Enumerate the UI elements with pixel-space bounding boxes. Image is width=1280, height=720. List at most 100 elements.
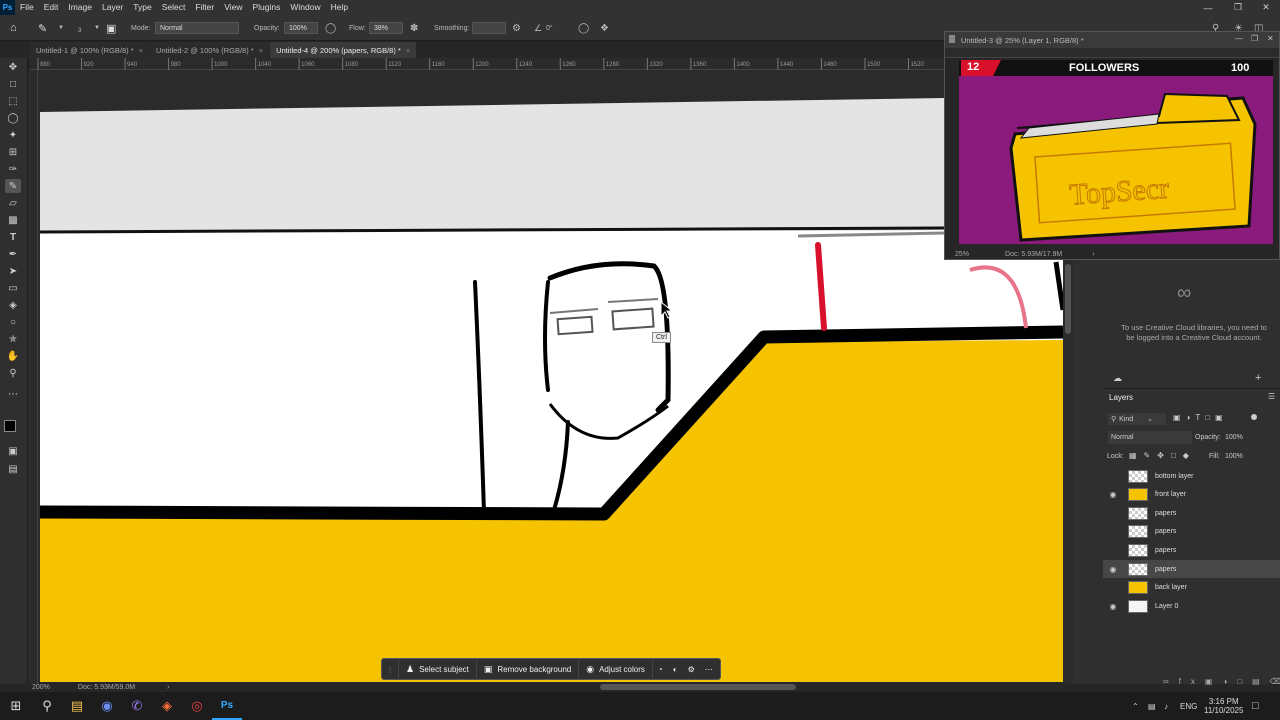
layer-row[interactable]: papers — [1103, 523, 1280, 541]
notification-icon[interactable]: □ — [1252, 692, 1259, 720]
layer-name[interactable]: Layer 0 — [1155, 603, 1178, 610]
adjustment-icon[interactable]: ◔ — [653, 658, 668, 680]
tab-untitled-2[interactable]: Untitled-2 @ 100% (RGB/8) * × — [150, 42, 270, 58]
vertical-scrollbar[interactable] — [1063, 260, 1073, 684]
transform-icon[interactable]: ⚙ — [683, 658, 700, 680]
hand-tool-icon[interactable]: ✋ — [5, 349, 21, 363]
menu-file[interactable]: File — [15, 0, 39, 15]
obs-icon[interactable]: ◎ — [182, 692, 212, 720]
cloud-icon[interactable]: ☁ — [1113, 373, 1122, 384]
layer-name[interactable]: papers — [1155, 547, 1176, 554]
type-tool-icon[interactable]: T — [5, 230, 21, 244]
move-tool-icon[interactable]: ✥ — [5, 60, 21, 74]
file-explorer-icon[interactable]: ▤ — [62, 692, 92, 720]
document-canvas[interactable]: Ctrl — [38, 70, 1063, 682]
eye-icon[interactable]: ◉ — [1103, 565, 1123, 574]
brush-preset-chevron-icon[interactable]: ▼ — [94, 20, 100, 36]
pressure-size-icon[interactable]: ◯ — [578, 20, 589, 36]
layer-row[interactable]: ◉ papers — [1103, 560, 1280, 578]
close-icon[interactable]: ✕ — [1256, 0, 1276, 15]
status-chevron-icon[interactable]: › — [1092, 251, 1094, 258]
eye-icon[interactable]: ◉ — [1103, 490, 1123, 499]
symmetry-icon[interactable]: ❖ — [600, 20, 609, 36]
menu-view[interactable]: View — [219, 0, 247, 15]
quick-mask-icon[interactable]: ▣ — [5, 444, 21, 458]
layer-row[interactable]: papers — [1103, 504, 1280, 522]
add-icon[interactable]: + — [1255, 372, 1261, 384]
tray-chevron-icon[interactable]: ⌃ — [1132, 692, 1139, 720]
layer-action-icons[interactable]: ∞fx▣◑□▤⌫ — [1163, 677, 1280, 686]
layer-opacity-value[interactable]: 100% — [1225, 434, 1243, 441]
status-chevron-icon[interactable]: › — [167, 684, 169, 691]
smoothing-dropdown[interactable] — [472, 22, 506, 34]
quick-select-tool-icon[interactable]: ✦ — [5, 128, 21, 142]
clock[interactable]: 3:16 PM 11/10/2025 — [1204, 692, 1243, 720]
screen-mode-icon[interactable]: ▤ — [5, 462, 21, 476]
pen-tool-icon[interactable]: ✒ — [5, 247, 21, 261]
paint-bucket-icon[interactable]: ◈ — [5, 298, 21, 312]
layer-name[interactable]: papers — [1155, 566, 1176, 573]
path-select-tool-icon[interactable]: ➤ — [5, 264, 21, 278]
flow-dropdown[interactable]: 38% — [369, 22, 403, 34]
ellipse-tool-icon[interactable]: ○ — [5, 315, 21, 329]
pressure-opacity-icon[interactable]: ◯ — [325, 20, 336, 36]
layer-row[interactable]: ◉ front layer — [1103, 486, 1280, 504]
network-icon[interactable]: ▤ — [1148, 692, 1156, 720]
artboard-tool-icon[interactable]: □ — [5, 77, 21, 91]
kind-filter-dropdown[interactable]: ⚲ Kind ⌄ — [1108, 413, 1166, 425]
volume-icon[interactable]: ♪ — [1164, 692, 1168, 720]
eraser-tool-icon[interactable]: ▱ — [5, 196, 21, 210]
vertical-scroll-thumb[interactable] — [1065, 264, 1071, 334]
tab-untitled-4[interactable]: Untitled-4 @ 200% (papers, RGB/8) * × — [270, 42, 417, 58]
close-icon[interactable]: × — [139, 46, 143, 55]
float-title-bar[interactable]: Untitled-3 @ 25% (Layer 1, RGB/8) * — ❐ … — [945, 32, 1279, 48]
zoom-level[interactable]: 200% — [32, 684, 50, 691]
input-language[interactable]: ENG — [1180, 692, 1197, 720]
crop-tool-icon[interactable]: ⊞ — [5, 145, 21, 159]
menu-plugins[interactable]: Plugins — [247, 0, 285, 15]
menu-window[interactable]: Window — [285, 0, 325, 15]
fill-value[interactable]: 100% — [1225, 453, 1243, 460]
remove-background-button[interactable]: ▣ Remove background — [477, 658, 580, 680]
layer-name[interactable]: papers — [1155, 510, 1176, 517]
eye-icon[interactable]: ◉ — [1103, 602, 1123, 611]
marquee-tool-icon[interactable]: ⬚ — [5, 94, 21, 108]
rectangle-tool-icon[interactable]: ▭ — [5, 281, 21, 295]
mode-dropdown[interactable]: Normal — [155, 22, 239, 34]
menu-image[interactable]: Image — [63, 0, 97, 15]
layer-row[interactable]: papers — [1103, 541, 1280, 559]
restore-icon[interactable]: ❐ — [1228, 0, 1248, 15]
zoom-tool-icon[interactable]: ⚲ — [5, 366, 21, 380]
horizontal-scroll-thumb[interactable] — [600, 684, 796, 690]
lasso-tool-icon[interactable]: ◯ — [5, 111, 21, 125]
menu-layer[interactable]: Layer — [97, 0, 128, 15]
layer-name[interactable]: back layer — [1155, 584, 1187, 591]
brush-tool-icon[interactable]: ✎ — [5, 179, 21, 193]
gradient-tool-icon[interactable]: ▩ — [5, 213, 21, 227]
smudge-tool-icon[interactable]: ✯ — [5, 332, 21, 346]
close-icon[interactable]: × — [406, 46, 410, 55]
menu-filter[interactable]: Filter — [190, 0, 219, 15]
blend-mode-dropdown[interactable]: Normal — [1108, 431, 1192, 444]
layer-row[interactable]: ◉ Layer 0 — [1103, 597, 1280, 615]
foreground-color-swatch[interactable] — [4, 420, 16, 432]
layer-name[interactable]: front layer — [1155, 491, 1186, 498]
gear-icon[interactable]: ⚙ — [512, 20, 521, 36]
angle-value[interactable]: 0° — [546, 20, 553, 36]
drag-handle-icon[interactable]: ⋮ — [382, 658, 399, 680]
menu-help[interactable]: Help — [326, 0, 353, 15]
viber-icon[interactable]: ✆ — [122, 692, 152, 720]
lock-icons[interactable]: ▦✎✥□◆ — [1129, 451, 1196, 460]
layer-name[interactable]: bottom layer — [1155, 473, 1194, 480]
menu-select[interactable]: Select — [157, 0, 191, 15]
minimize-icon[interactable]: — — [1235, 34, 1243, 43]
brush-icon[interactable]: ✎ — [38, 20, 47, 36]
opacity-dropdown[interactable]: 100% — [284, 22, 318, 34]
eyedropper-tool-icon[interactable]: ✑ — [5, 162, 21, 176]
more-tools-icon[interactable]: ⋯ — [5, 387, 21, 401]
restore-icon[interactable]: ❐ — [1251, 34, 1258, 43]
float-zoom[interactable]: 25% — [955, 251, 969, 258]
panel-menu-icon[interactable]: ☰ — [1268, 392, 1275, 401]
menu-type[interactable]: Type — [128, 0, 156, 15]
firefox-icon[interactable]: ◈ — [152, 692, 182, 720]
